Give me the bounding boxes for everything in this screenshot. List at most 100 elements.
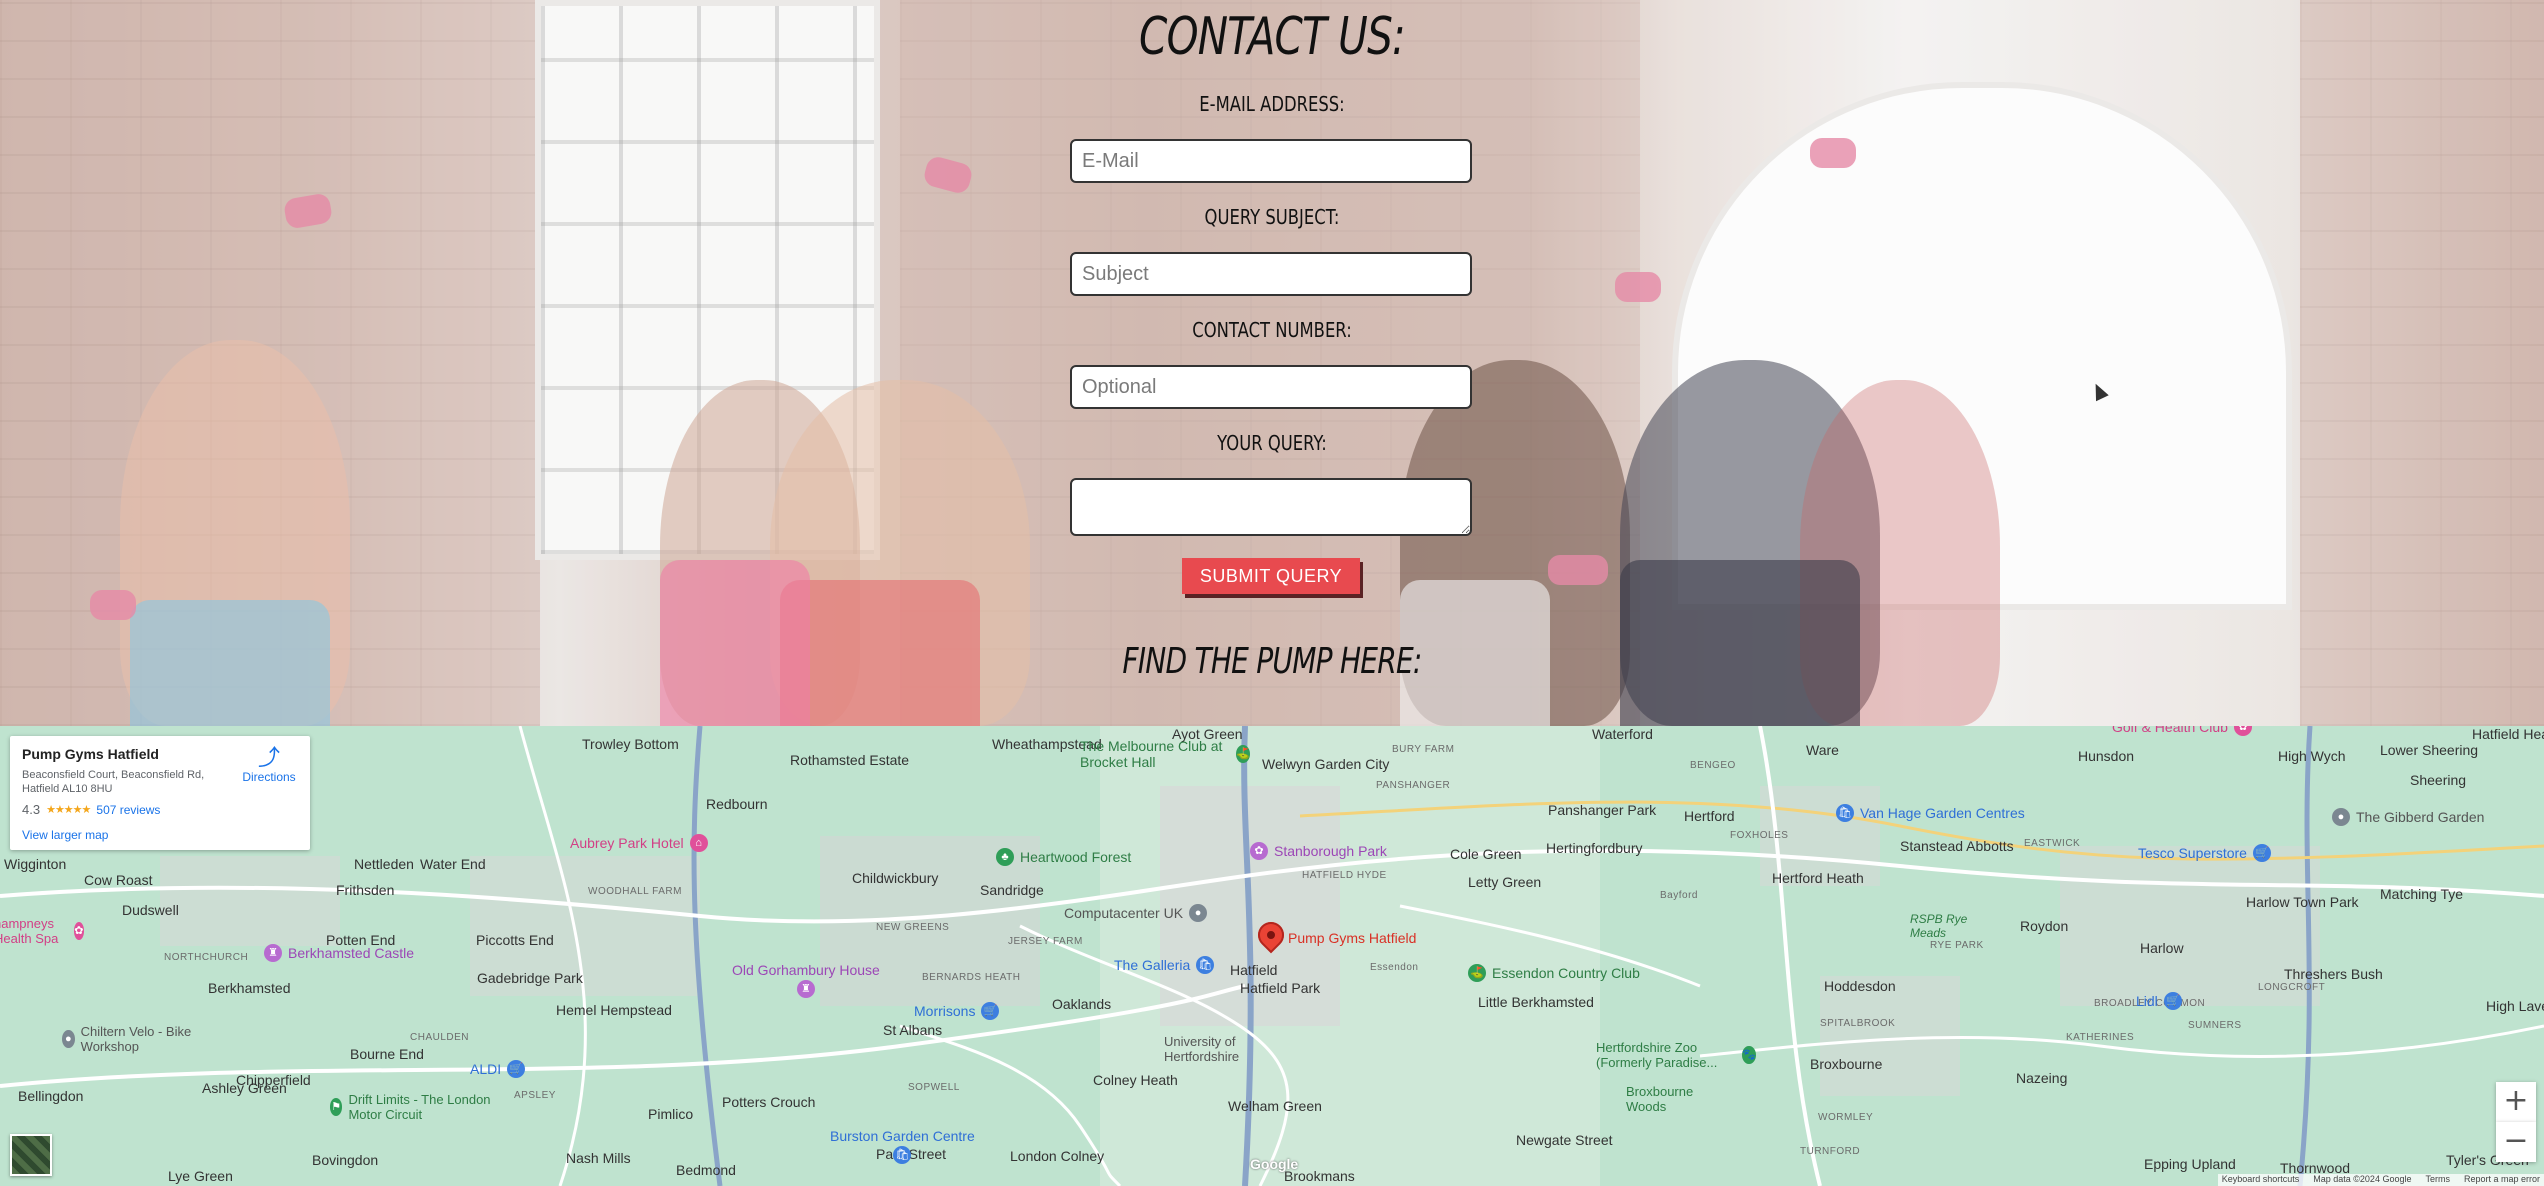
map-poi[interactable]: ⚑ Drift Limits - The London Motor Circuit (330, 1092, 500, 1122)
zoom-out-button[interactable]: − (2496, 1122, 2536, 1162)
map-town-label: Bayford (1660, 890, 1698, 901)
submit-query-button[interactable]: SUBMIT QUERY (1182, 558, 1360, 594)
map-town-label: Stanstead Abbotts (1900, 838, 2014, 854)
map-town-label: Frithsden (336, 882, 395, 898)
map-poi[interactable]: University of Hertfordshire (1164, 1034, 1254, 1064)
map-town-label: Dudswell (122, 902, 179, 918)
map-town-label: Wigginton (4, 856, 67, 872)
hotel-icon: ⌂ (689, 834, 708, 852)
map-area-label: NEW GREENS (876, 922, 950, 933)
map-attribution: Keyboard shortcuts Map data ©2024 Google… (2217, 1174, 2544, 1186)
map-area-label: WORMLEY (1818, 1112, 1874, 1123)
map-area-label: BURY FARM (1392, 744, 1455, 755)
map-poi[interactable]: RSPB Rye Meads (1910, 912, 1970, 940)
map-town-label: Cow Roast (84, 872, 153, 888)
map-poi[interactable]: ✿ Stanborough Park (1250, 842, 1387, 860)
rating-value: 4.3 (22, 802, 41, 817)
map-town-label: Waterford (1592, 726, 1653, 742)
map-town-label: Nazeing (2016, 1070, 2068, 1086)
map-poi[interactable]: ● Computacenter UK (1064, 904, 1208, 922)
map-layers-button[interactable] (10, 1134, 52, 1176)
map-poi[interactable]: 🛒 ALDI (470, 1060, 526, 1078)
map-poi[interactable]: ⌂ Aubrey Park Hotel (570, 834, 708, 852)
marker-label[interactable]: Pump Gyms Hatfield (1288, 930, 1416, 946)
map-poi[interactable]: ♜ Berkhamsted Castle (264, 944, 414, 962)
map-poi[interactable]: The Melbourne Club at Brocket Hall ⛳ (1080, 738, 1250, 770)
park-icon: ✿ (1250, 842, 1268, 860)
query-textarea[interactable] (1070, 478, 1472, 536)
zoom-in-button[interactable]: + (2496, 1082, 2536, 1122)
map-town-label: Hoddesdon (1824, 978, 1896, 994)
castle-icon: ♜ (264, 944, 282, 962)
place-address: Beaconsfield Court, Beaconsfield Rd, Hat… (22, 769, 205, 795)
terms-link[interactable]: Terms (2425, 1174, 2450, 1186)
map-town-label: Piccotts End (476, 932, 554, 948)
map-area-label: LONGCROFT (2258, 982, 2326, 993)
map-area-label: HATFIELD HYDE (1302, 870, 1387, 881)
directions-label: Directions (242, 770, 296, 784)
map-poi[interactable]: ✿ Golf & Health Club (2112, 726, 2252, 736)
spa-icon: ✿ (2233, 726, 2252, 736)
google-logo: Google (1250, 1156, 1299, 1172)
shopping-cart-icon: 🛒 (2163, 992, 2182, 1010)
subject-field[interactable] (1070, 252, 1472, 296)
map-poi[interactable]: hampneys Health Spa✿ (0, 916, 84, 946)
report-error-link[interactable]: Report a map error (2464, 1174, 2540, 1186)
shopping-cart-icon: 🛒 (2252, 844, 2271, 862)
map-poi[interactable]: 🛍 The Galleria (1114, 956, 1215, 974)
map-town-label: Redbourn (706, 796, 768, 812)
map-area-label: PANSHANGER (1376, 780, 1451, 791)
map-town-label: High Wych (2278, 748, 2346, 764)
map-town-label: Rothamsted Estate (790, 752, 910, 768)
keyboard-shortcuts-link[interactable]: Keyboard shortcuts (2222, 1174, 2300, 1186)
landmark-icon: ♜ (796, 980, 815, 998)
map-town-label: Pimlico (648, 1106, 694, 1122)
business-icon: ● (1189, 904, 1208, 922)
map-area-label: BERNARDS HEATH (922, 972, 1021, 983)
contact-number-label: CONTACT NUMBER: (1192, 318, 1352, 342)
map-area-label: SUMNERS (2188, 1020, 2242, 1031)
map-poi[interactable]: 🛒 Morrisons (914, 1002, 1000, 1020)
map-poi[interactable]: Old Gorhambury House ♜ (732, 962, 880, 998)
email-field[interactable] (1070, 139, 1472, 183)
map-area-label: KATHERINES (2066, 1032, 2135, 1043)
map-town-label: Hertford Heath (1772, 870, 1864, 886)
reviews-link[interactable]: 507 reviews (96, 803, 160, 817)
map-poi[interactable]: 🛒 Tesco Superstore (2138, 844, 2271, 862)
map-section-title: FIND THE PUMP HERE: (1122, 641, 1422, 682)
directions-button[interactable]: ⤴ Directions (238, 746, 300, 785)
map-poi[interactable]: ● Chiltern Velo - Bike Workshop (62, 1024, 202, 1054)
map-town-label: Ware (1806, 742, 1839, 758)
map-poi[interactable]: Burston Garden Centre 🛍 (830, 1128, 975, 1164)
map-town-label: Matching Tye (2380, 886, 2464, 902)
map-town-label: Hertingfordbury (1546, 840, 1643, 856)
map-town-label: Sheering (2410, 772, 2467, 788)
contact-number-field[interactable] (1070, 365, 1472, 409)
map-town-label: Potters Crouch (722, 1094, 816, 1110)
golf-icon: ⛳ (1468, 964, 1486, 982)
map-poi[interactable]: ⛳ Essendon Country Club (1468, 964, 1640, 982)
map-area-label: EASTWICK (2024, 838, 2081, 849)
garden-centre-icon: 🛍 (893, 1146, 912, 1164)
map-town-label: Bourne End (350, 1046, 424, 1062)
map-poi[interactable]: 🛍 Van Hage Garden Centres (1836, 804, 2025, 822)
view-larger-map-link[interactable]: View larger map (22, 828, 108, 842)
map-poi[interactable]: Hertfordshire Zoo (Formerly Paradise... 🐾 (1596, 1040, 1756, 1070)
map-town-label: Hunsdon (2078, 748, 2135, 764)
zoo-icon: 🐾 (1742, 1046, 1756, 1064)
map-poi[interactable]: ♣ Heartwood Forest (996, 848, 1131, 866)
map-area-label: SOPWELL (908, 1082, 960, 1093)
map-poi[interactable]: ● The Gibberd Garden (2332, 808, 2484, 826)
map-town-label: Bedmond (676, 1162, 736, 1178)
map-area-label: JERSEY FARM (1008, 936, 1083, 947)
map-poi[interactable]: 🛒 Lidl (2136, 992, 2182, 1010)
map-area-label: RYE PARK (1930, 940, 1984, 951)
google-map[interactable]: Trowley Bottom Rothamsted Estate Wheatha… (0, 726, 2544, 1186)
map-town-label: High Laver (2486, 998, 2544, 1014)
map-poi[interactable]: Broxbourne Woods (1626, 1084, 1706, 1114)
map-town-label: Welwyn Garden City (1262, 756, 1390, 772)
map-area-label: FOXHOLES (1730, 830, 1789, 841)
email-label: E-MAIL ADDRESS: (1199, 92, 1345, 116)
map-area-label: WOODHALL FARM (588, 886, 682, 897)
map-town-label: Harlow (2140, 940, 2184, 956)
